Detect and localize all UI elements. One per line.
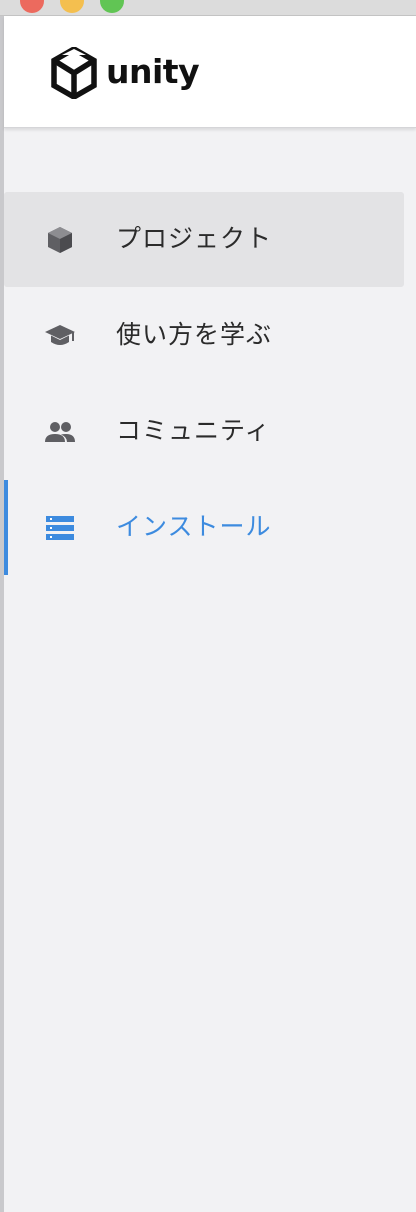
zoom-window-button[interactable] [100, 0, 124, 13]
sidebar-item-installs[interactable]: インストール [4, 480, 404, 575]
cube-icon [44, 225, 76, 255]
logo-wordmark: unity [106, 51, 200, 91]
sidebar-item-community[interactable]: コミュニティ [4, 384, 404, 479]
minimize-window-button[interactable] [60, 0, 84, 13]
sidebar-item-projects[interactable]: プロジェクト [4, 192, 404, 287]
unity-logo[interactable]: unity [48, 46, 200, 100]
people-icon [44, 417, 76, 447]
sidebar-item-label: コミュニティ [116, 416, 271, 445]
unity-cube-icon [48, 47, 100, 99]
app-header: unity [4, 16, 416, 128]
sidebar-nav: プロジェクト 使い方を学ぶ コミュニティ インストール [4, 192, 404, 576]
sidebar-item-learn[interactable]: 使い方を学ぶ [4, 288, 404, 383]
sidebar-item-label: 使い方を学ぶ [116, 320, 273, 349]
window-titlebar [0, 0, 416, 16]
sidebar-item-label: プロジェクト [116, 224, 273, 253]
sidebar-item-label: インストール [116, 512, 272, 541]
graduation-cap-icon [44, 321, 76, 351]
server-stack-icon [44, 513, 76, 543]
window-edge [0, 0, 4, 1212]
close-window-button[interactable] [20, 0, 44, 13]
